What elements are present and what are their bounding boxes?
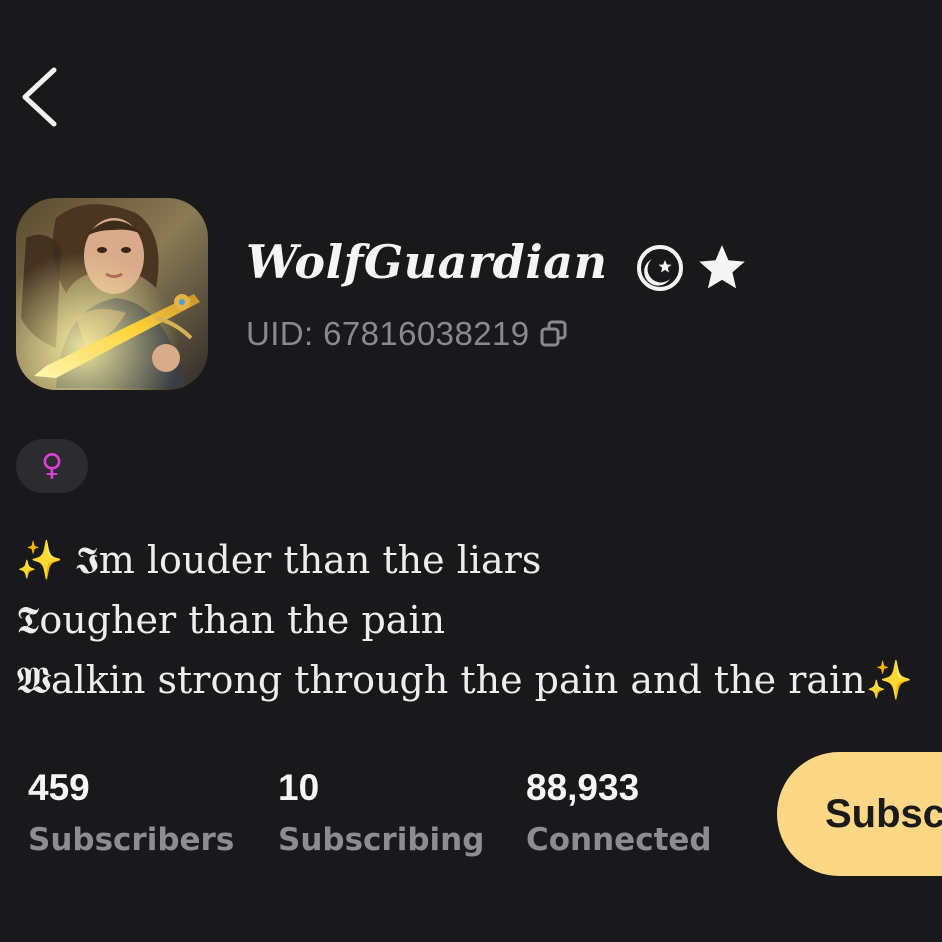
bio-line-2: 𝕿ougher than the pain bbox=[16, 590, 936, 650]
crescent-star-star-icon bbox=[637, 245, 745, 291]
subscribe-button[interactable]: Subsc bbox=[777, 752, 942, 876]
uid-text: UID: 67816038219 bbox=[246, 315, 530, 352]
display-name: WolfGuardian bbox=[246, 235, 608, 289]
connected-count: 88,933 bbox=[526, 767, 640, 808]
subscribers-label: Subscribers bbox=[28, 822, 235, 858]
subscribing-label: Subscribing bbox=[278, 822, 485, 858]
bio-text-2: 𝕿ougher than the pain bbox=[16, 598, 446, 642]
chevron-left-icon bbox=[22, 67, 57, 127]
connected-label: Connected bbox=[526, 822, 712, 858]
copy-icon[interactable] bbox=[539, 319, 569, 349]
subscribers-count: 459 bbox=[28, 767, 90, 808]
stat-subscribers[interactable]: 459 Subscribers bbox=[28, 762, 234, 860]
back-button[interactable] bbox=[16, 62, 66, 132]
bio-line-1: ✨ 𝕴m louder than the liars bbox=[16, 530, 936, 590]
uid-row: UID: 67816038219 bbox=[246, 312, 569, 356]
stat-subscribing[interactable]: 10 Subscribing bbox=[278, 762, 484, 860]
bio-text-1: 𝕴m louder than the liars bbox=[75, 538, 542, 582]
sparkles-icon: ✨ bbox=[865, 658, 913, 702]
gender-badge: ♀ bbox=[16, 439, 88, 493]
profile-page: WolfGuardian UID: 67816038219 ♀ ✨ 𝕴m lou… bbox=[0, 0, 942, 942]
avatar-image bbox=[16, 198, 208, 390]
bio-line-3: 𝖂alkin strong through the pain and the r… bbox=[16, 650, 936, 710]
stat-connected[interactable]: 88,933 Connected bbox=[526, 762, 712, 860]
subscribe-label: Subsc bbox=[825, 791, 942, 836]
subscribing-count: 10 bbox=[278, 767, 320, 808]
avatar[interactable] bbox=[16, 198, 208, 390]
bio: ✨ 𝕴m louder than the liars 𝕿ougher than … bbox=[16, 530, 936, 710]
bio-text-3: 𝖂alkin strong through the pain and the r… bbox=[16, 658, 866, 702]
female-symbol-icon: ♀ bbox=[41, 448, 63, 483]
sparkles-icon: ✨ bbox=[16, 538, 64, 582]
